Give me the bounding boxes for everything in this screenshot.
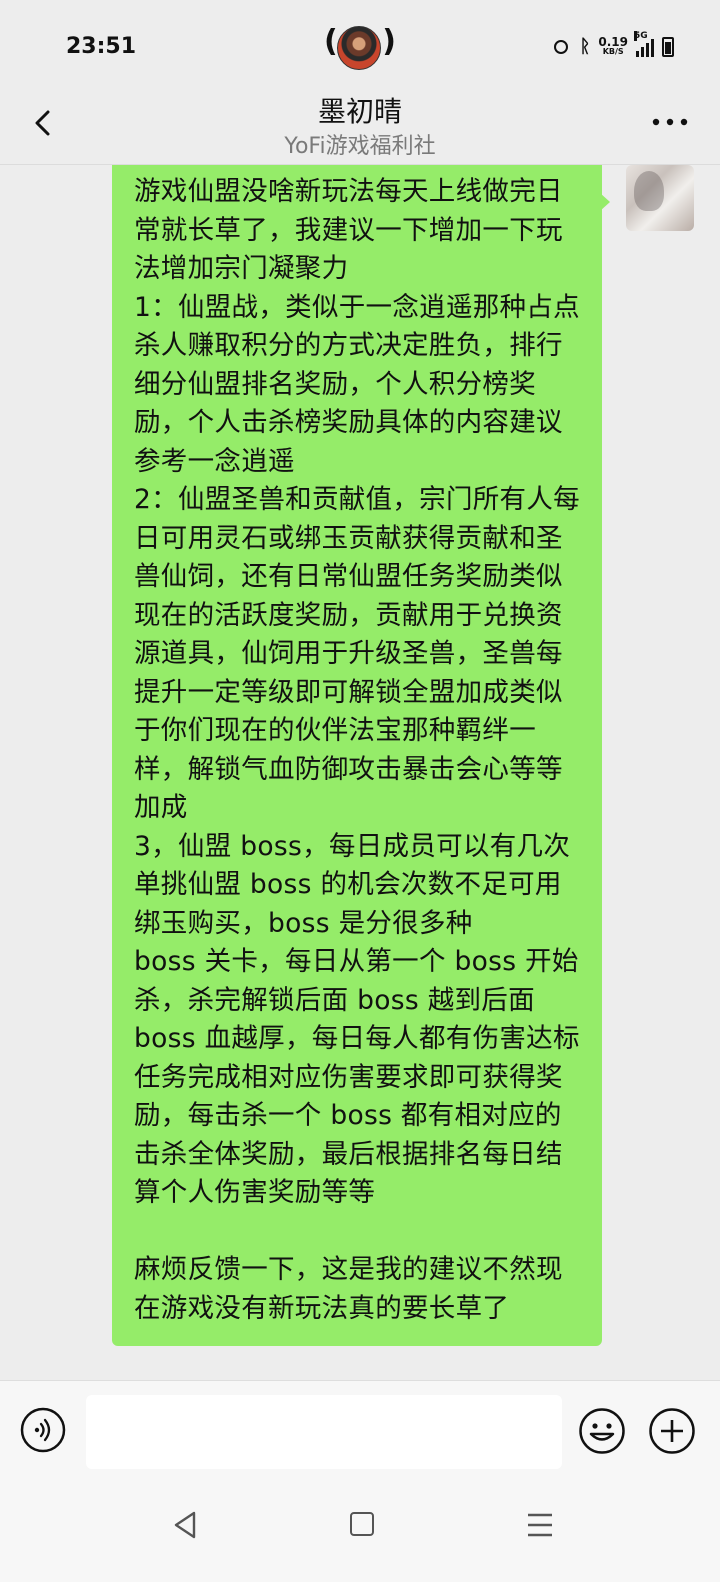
battery-icon bbox=[662, 37, 674, 57]
input-bar bbox=[0, 1380, 720, 1481]
chat-area[interactable]: 游戏仙盟没啥新玩法每天上线做完日常就长草了，我建议一下增加一下玩法增加宗门凝聚力… bbox=[0, 165, 720, 1380]
alarm-icon bbox=[552, 37, 572, 57]
more-options-icon[interactable] bbox=[650, 112, 690, 132]
network-speed: 0.19 KB/S bbox=[598, 35, 628, 57]
status-icons: ᚱ 0.19 KB/S 5G bbox=[552, 31, 674, 62]
nav-home-icon[interactable] bbox=[350, 1512, 374, 1536]
sender-avatar[interactable] bbox=[626, 165, 694, 231]
nav-back-icon[interactable] bbox=[172, 1510, 198, 1540]
network-speed-unit: KB/S bbox=[602, 47, 624, 56]
add-more-icon[interactable] bbox=[648, 1407, 696, 1455]
message-bubble[interactable]: 游戏仙盟没啥新玩法每天上线做完日常就长草了，我建议一下增加一下玩法增加宗门凝聚力… bbox=[112, 165, 602, 1346]
nav-recents-icon[interactable] bbox=[528, 1512, 552, 1538]
bluetooth-icon: ᚱ bbox=[579, 36, 591, 57]
right-paren: ) bbox=[382, 24, 396, 59]
chat-title: 墨初晴 bbox=[317, 95, 402, 128]
message-input[interactable] bbox=[86, 1395, 562, 1469]
status-time: 23:51 bbox=[66, 34, 137, 59]
network-type: 5G bbox=[634, 31, 648, 41]
system-nav-bar bbox=[0, 1480, 720, 1582]
network-speed-value: 0.19 bbox=[598, 35, 628, 49]
status-bar: 23:51 ( ) ᚱ 0.19 KB/S 5G bbox=[0, 0, 720, 90]
chat-header: 墨初晴 YoFi游戏福利社 bbox=[0, 90, 720, 165]
chat-subtitle: YoFi游戏福利社 bbox=[284, 134, 436, 159]
status-avatar-icon bbox=[337, 26, 381, 70]
voice-input-icon[interactable] bbox=[20, 1407, 66, 1453]
left-paren: ( bbox=[324, 24, 338, 59]
emoji-icon[interactable] bbox=[578, 1407, 626, 1455]
bubble-tail bbox=[600, 193, 610, 211]
signal-icon: 5G bbox=[634, 31, 654, 57]
status-center-indicator: ( ) bbox=[324, 24, 396, 70]
